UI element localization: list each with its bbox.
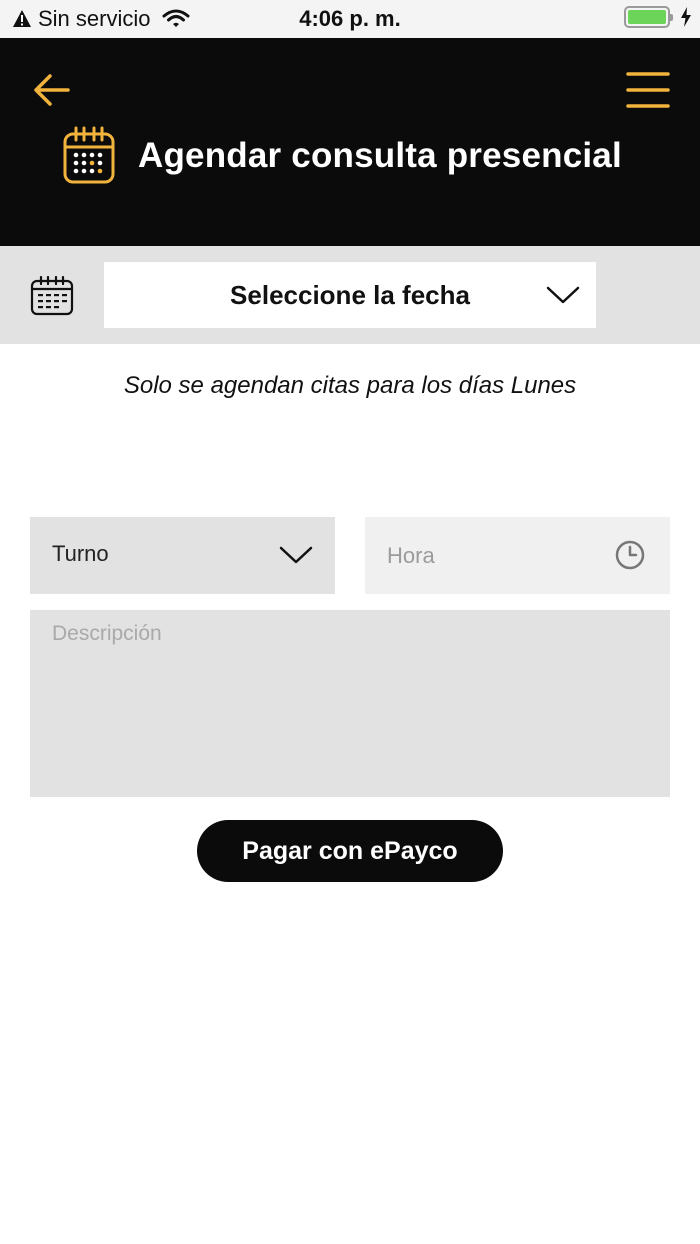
date-select-label: Seleccione la fecha <box>230 279 470 310</box>
battery-icon <box>624 6 673 28</box>
back-button[interactable] <box>30 68 74 112</box>
turno-label: Turno <box>52 541 109 566</box>
app-header: Agendar consulta presencial <box>0 38 700 246</box>
battery-fill <box>628 10 666 24</box>
status-time: 4:06 p. m. <box>299 6 401 31</box>
date-select[interactable]: Seleccione la fecha <box>104 262 596 328</box>
chevron-down-icon <box>546 286 580 304</box>
calendar-small-icon <box>30 276 74 316</box>
clock-icon[interactable] <box>614 539 646 571</box>
schedule-info-text: Solo se agendan citas para los días Lune… <box>123 372 577 399</box>
hamburger-menu-icon <box>626 72 670 108</box>
status-bar: Sin servicio 4:06 p. m. <box>0 0 700 38</box>
pay-epayco-button[interactable]: Pagar con ePayco <box>197 820 503 882</box>
menu-button[interactable] <box>626 68 670 112</box>
chevron-down-icon <box>279 546 313 564</box>
turno-select[interactable]: Turno <box>30 517 335 594</box>
calendar-icon <box>63 126 115 184</box>
charging-bolt-icon <box>681 7 691 27</box>
hora-field <box>365 517 670 594</box>
date-bar: Seleccione la fecha <box>0 246 700 344</box>
title-row: Agendar consulta presencial <box>62 126 622 186</box>
back-arrow-icon <box>34 74 70 106</box>
status-right <box>624 6 692 28</box>
descripcion-field <box>30 610 670 797</box>
page-title: Agendar consulta presencial <box>138 136 622 175</box>
descripcion-textarea[interactable] <box>30 610 670 797</box>
